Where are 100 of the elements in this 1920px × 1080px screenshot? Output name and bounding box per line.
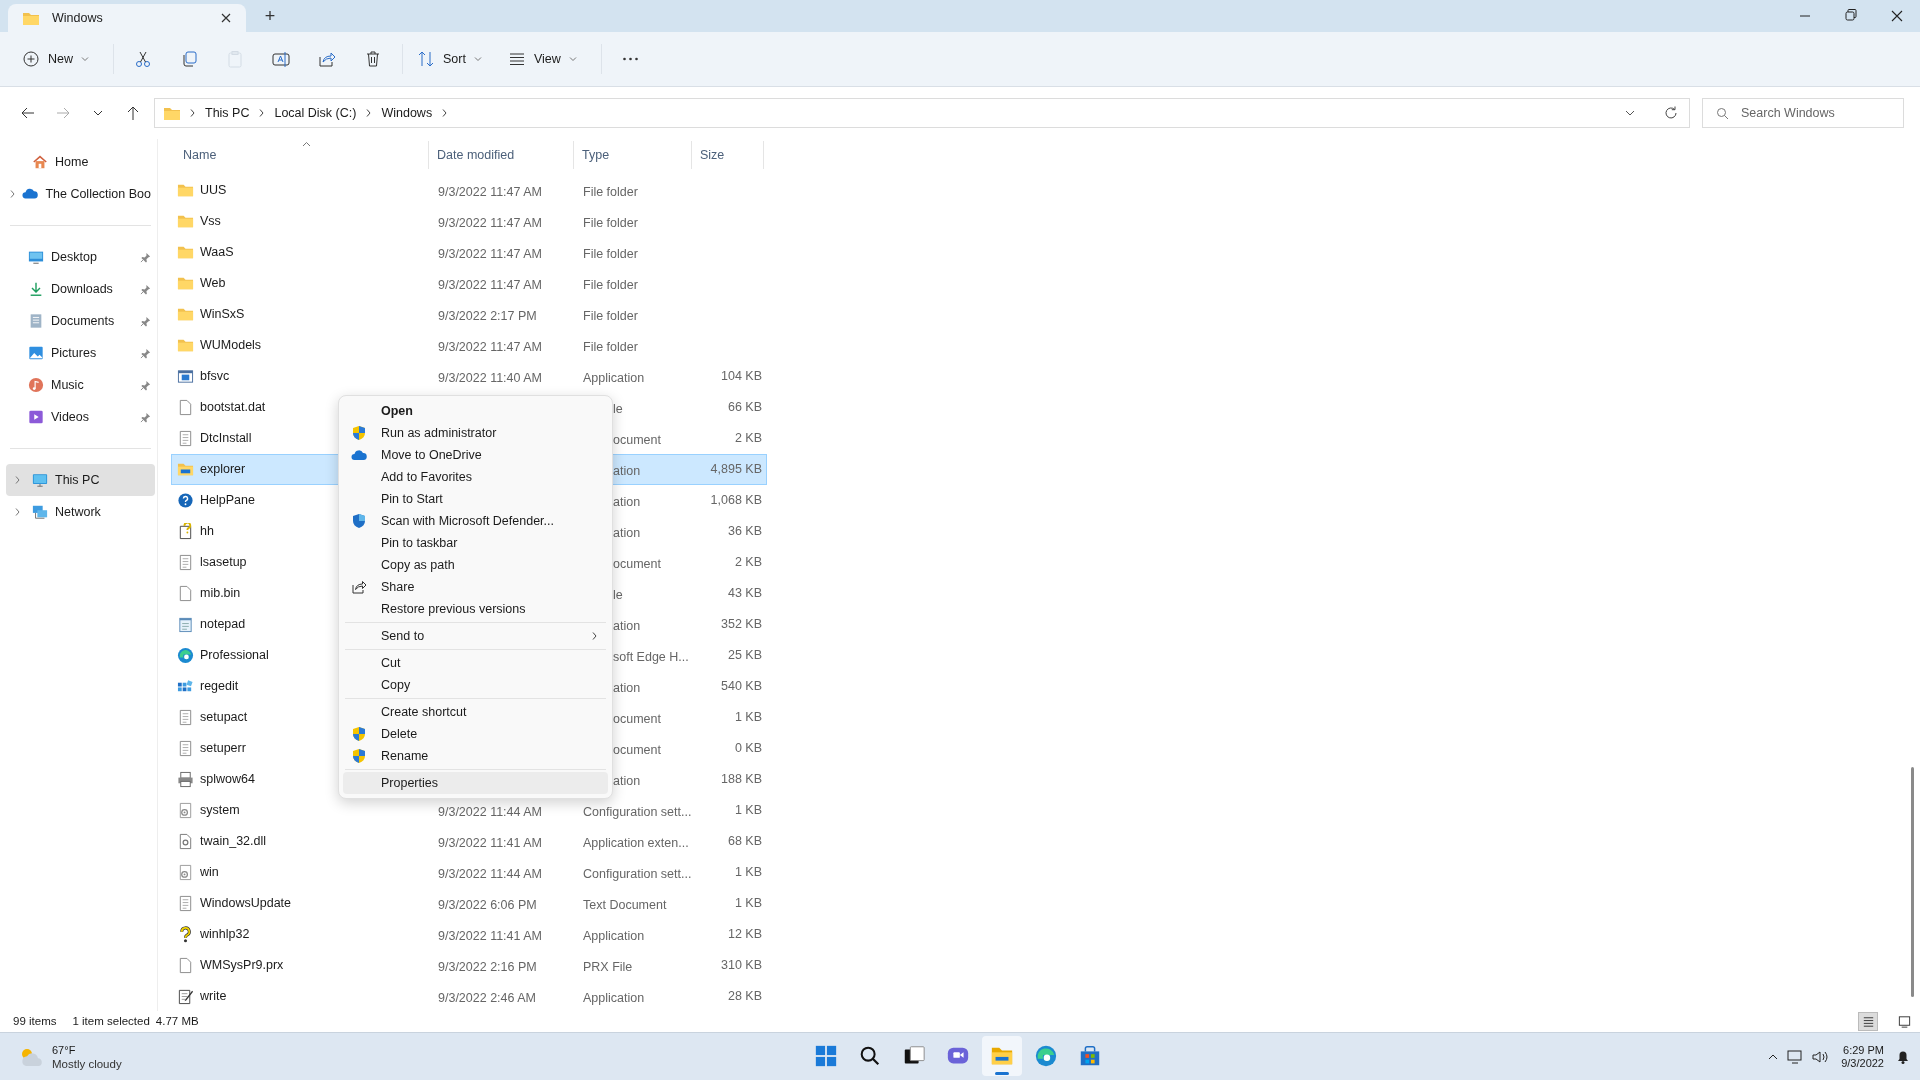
file-name: WindowsUpdate — [200, 895, 291, 913]
file-name: WinSxS — [200, 306, 245, 324]
size-cell-text: 1 KB — [734, 802, 762, 820]
size-cell-text: 25 KB — [727, 647, 762, 665]
type-cell: ation — [613, 525, 641, 540]
size-cell-text: 1 KB — [734, 895, 762, 913]
sidebar-label: Pictures — [51, 344, 98, 362]
date-cell: 9/3/2022 11:44 AM — [438, 866, 543, 881]
type-cell: File folder — [583, 215, 638, 230]
date-cell: 9/3/2022 11:47 AM — [438, 277, 543, 292]
date-cell: 9/3/2022 11:47 AM — [438, 246, 543, 261]
temperature: 67°F — [52, 1042, 77, 1057]
file-name: Web — [200, 275, 226, 293]
file-name: twain_32.dll — [200, 833, 266, 851]
date-cell: 9/3/2022 11:40 AM — [438, 370, 543, 385]
size-cell-text: 28 KB — [727, 988, 762, 1006]
date-cell: 9/3/2022 11:47 AM — [438, 339, 543, 354]
date-cell: 9/3/2022 11:47 AM — [438, 215, 543, 230]
date-cell: 9/3/2022 11:41 AM — [438, 835, 543, 850]
selection-info: 1 item selected — [72, 1013, 150, 1029]
date-cell: 9/3/2022 11:41 AM — [438, 928, 543, 943]
item-count: 99 items — [13, 1013, 57, 1029]
file-name: winhlp32 — [200, 926, 250, 944]
sidebar-label: Home — [55, 153, 90, 171]
type-cell: PRX File — [583, 959, 633, 974]
sidebar-label: Network — [55, 503, 102, 521]
type-cell: Configuration sett... — [583, 804, 692, 819]
size-cell-text: 66 KB — [727, 399, 762, 417]
type-cell: Application — [583, 990, 645, 1005]
type-cell: File folder — [583, 339, 638, 354]
file-name: WMSysPr9.prx — [200, 957, 284, 975]
type-cell: le — [613, 401, 623, 416]
file-name: HelpPane — [200, 492, 255, 510]
file-name: hh — [200, 523, 214, 541]
size-cell-text: 310 KB — [721, 957, 762, 975]
size-cell-text: 2 KB — [734, 554, 762, 572]
type-cell: File folder — [583, 246, 638, 261]
date-cell: 9/3/2022 11:47 AM — [438, 184, 543, 199]
type-cell: ocument — [613, 711, 661, 726]
size-cell-text: 1,068 KB — [710, 492, 762, 510]
type-cell: soft Edge H... — [613, 649, 689, 664]
size-cell-text: 4,895 KB — [710, 461, 762, 479]
sidebar-label: This PC — [55, 471, 101, 489]
file-name: splwow64 — [200, 771, 255, 789]
date-cell: 9/3/2022 2:17 PM — [438, 308, 537, 323]
type-cell: File folder — [583, 308, 638, 323]
size-cell-text: 352 KB — [721, 616, 762, 634]
file-name: lsasetup — [200, 554, 247, 572]
file-name: Vss — [200, 213, 221, 231]
size-cell-text: 43 KB — [727, 585, 762, 603]
size-cell-text: 1 KB — [734, 864, 762, 882]
size-cell-text: 104 KB — [721, 368, 762, 386]
type-cell: ation — [613, 618, 641, 633]
size-cell-text: 2 KB — [734, 430, 762, 448]
size-cell-text: 0 KB — [734, 740, 762, 758]
type-cell: ation — [613, 494, 641, 509]
clock-time: 6:29 PM — [1843, 1043, 1884, 1057]
file-name: setupact — [200, 709, 248, 727]
type-cell: Application — [583, 370, 645, 385]
file-name: UUS — [200, 182, 227, 200]
type-cell: Configuration sett... — [583, 866, 692, 881]
file-name: bootstat.dat — [200, 399, 266, 417]
size-cell-text: 188 KB — [721, 771, 762, 789]
selection-size: 4.77 MB — [155, 1013, 199, 1029]
file-name: bfsvc — [200, 368, 230, 386]
type-cell: Application exten... — [583, 835, 689, 850]
sidebar-label: Music — [51, 376, 85, 394]
file-name: notepad — [200, 616, 246, 634]
type-cell: File folder — [583, 277, 638, 292]
tab-title: Windows — [52, 9, 104, 27]
sidebar-label: Downloads — [51, 280, 114, 298]
size-cell-text: 540 KB — [721, 678, 762, 696]
type-cell: ocument — [613, 556, 661, 571]
type-cell: Application — [583, 928, 645, 943]
type-cell: ocument — [613, 742, 661, 757]
file-name: system — [200, 802, 240, 820]
sidebar-label: Videos — [51, 408, 90, 426]
file-name: Professional — [200, 647, 269, 665]
file-name: setuperr — [200, 740, 246, 758]
file-name: write — [200, 988, 227, 1006]
file-name: explorer — [200, 461, 246, 479]
sidebar-label: The Collection Boo — [45, 185, 151, 203]
file-name: win — [200, 864, 219, 882]
clock-date: 9/3/2022 — [1841, 1056, 1884, 1070]
size-cell-text: 36 KB — [727, 523, 762, 541]
size-cell-text: 1 KB — [734, 709, 762, 727]
file-name: mib.bin — [200, 585, 241, 603]
type-cell: ocument — [613, 432, 661, 447]
type-cell: ation — [613, 773, 641, 788]
file-name: WaaS — [200, 244, 234, 262]
sidebar-label: Documents — [51, 312, 116, 330]
type-cell: ation — [613, 680, 641, 695]
date-cell: 9/3/2022 2:46 AM — [438, 990, 536, 1005]
type-cell: File folder — [583, 184, 638, 199]
size-cell-text: 68 KB — [727, 833, 762, 851]
weather-condition: Mostly cloudy — [52, 1056, 122, 1071]
size-cell-text: 12 KB — [727, 926, 762, 944]
date-cell: 9/3/2022 2:16 PM — [438, 959, 537, 974]
sidebar-label: Desktop — [51, 248, 98, 266]
date-cell: 9/3/2022 6:06 PM — [438, 897, 537, 912]
